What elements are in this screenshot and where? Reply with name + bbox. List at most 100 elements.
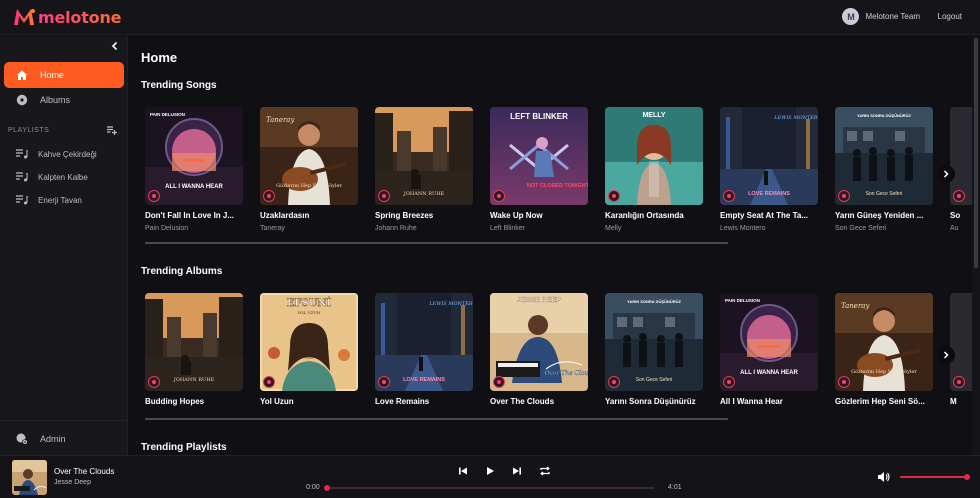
song-cover[interactable]: LEFT BLINKER NOT CLOSED TONIGHT [490, 107, 588, 205]
playlist-icon [16, 149, 28, 159]
song-card[interactable]: LEFT BLINKER NOT CLOSED TONIGHT Wake Up … [490, 107, 588, 232]
album-cover[interactable]: Taneray Gözlerim Hep Seni Söyler [835, 293, 933, 391]
song-card[interactable]: JOHANN RUHE Spring Breezes Johann Ruhe [375, 107, 473, 232]
album-title[interactable]: M [950, 397, 972, 406]
song-title[interactable]: Don't Fall In Love In J... [145, 211, 243, 220]
previous-button[interactable] [456, 464, 470, 478]
song-cover[interactable]: LEWIS MONTERO LOVE REMAINS [720, 107, 818, 205]
svg-text:Over The Clouds: Over The Clouds [545, 370, 588, 377]
repeat-button[interactable] [538, 464, 552, 478]
song-cover[interactable] [950, 107, 972, 205]
song-card[interactable]: MELLY Karanlığın Ortasında Melly [605, 107, 703, 232]
song-card[interactable]: YARIN SONRA DÜŞÜNÜRÜZ Son Gece Seferi Ya… [835, 107, 933, 232]
album-card[interactable]: Taneray Gözlerim Hep Seni Söyler Gözleri… [835, 293, 933, 406]
song-artist[interactable]: Left Blinker [490, 225, 588, 232]
song-title[interactable]: So [950, 211, 972, 220]
album-title[interactable]: Budding Hopes [145, 397, 243, 406]
logo[interactable]: melotone [12, 7, 121, 27]
logout-link[interactable]: Logout [938, 12, 962, 21]
song-artist[interactable]: Au [950, 225, 972, 232]
player-bar: Over The Clouds Jesse Deep 0:00 4:01 [0, 455, 980, 498]
song-title[interactable]: Spring Breezes [375, 211, 473, 220]
melotone-badge-icon [838, 376, 850, 388]
album-title[interactable]: All I Wanna Hear [720, 397, 818, 406]
song-card[interactable]: LEWIS MONTERO LOVE REMAINS Empty Seat At… [720, 107, 818, 232]
sidebar-item-admin[interactable]: Admin [16, 433, 66, 445]
svg-text:LOVE REMAINS: LOVE REMAINS [748, 191, 790, 197]
song-cover[interactable]: Taneray Gözlerim Hep Seni Söyler [260, 107, 358, 205]
album-card[interactable]: JOHANN RUHE Budding Hopes [145, 293, 243, 406]
albums-scrollbar[interactable] [145, 418, 728, 420]
album-card[interactable]: PAIN DELUSION ALL I WANNA HEAR All I Wan… [720, 293, 818, 406]
song-artist[interactable]: Pain Delusion [145, 225, 243, 232]
album-cover[interactable]: JESSE DEEP Over The Clouds [490, 293, 588, 391]
song-title[interactable]: Wake Up Now [490, 211, 588, 220]
album-title[interactable]: Yarını Sonra Düşünürüz [605, 397, 703, 406]
song-artist[interactable]: Johann Ruhe [375, 225, 473, 232]
song-artist[interactable]: Son Gece Seferi [835, 225, 933, 232]
song-cover[interactable]: JOHANN RUHE [375, 107, 473, 205]
song-artist[interactable]: Melly [605, 225, 703, 232]
add-playlist-button[interactable] [106, 125, 117, 136]
albums-next-button[interactable] [937, 346, 955, 364]
album-card[interactable]: LEWIS MONTERO LOVE REMAINS Love Remains [375, 293, 473, 406]
album-cover[interactable]: YARIN SONRA DÜŞÜNÜRÜZ Son Gece Seferi [605, 293, 703, 391]
sidebar-playlist-item[interactable]: Kahve Çekirdeği [16, 149, 97, 159]
volume-knob[interactable] [964, 474, 970, 480]
album-cover[interactable]: JOHANN RUHE [145, 293, 243, 391]
album-title[interactable]: Love Remains [375, 397, 473, 406]
album-cover[interactable] [950, 293, 972, 391]
melotone-badge-icon [723, 376, 735, 388]
melotone-badge-icon [378, 376, 390, 388]
svg-text:JOHANN RUHE: JOHANN RUHE [403, 191, 445, 197]
song-artist[interactable]: Lewis Montero [720, 225, 818, 232]
song-cover[interactable]: YARIN SONRA DÜŞÜNÜRÜZ Son Gece Seferi [835, 107, 933, 205]
chevron-left-icon [111, 41, 118, 51]
album-cover[interactable]: EFSUNİ YOL UZUN [260, 293, 358, 391]
user-menu[interactable]: M Melotone Team [842, 8, 920, 25]
page-title: Home [141, 50, 178, 65]
svg-text:ALL I WANNA HEAR: ALL I WANNA HEAR [740, 370, 798, 376]
songs-scrollbar[interactable] [145, 242, 728, 244]
song-title[interactable]: Empty Seat At The Ta... [720, 211, 818, 220]
sidebar-item-home[interactable]: Home [4, 62, 124, 88]
album-cover[interactable]: PAIN DELUSION ALL I WANNA HEAR [720, 293, 818, 391]
current-time: 0:00 [306, 484, 320, 491]
song-title[interactable]: Karanlığın Ortasında [605, 211, 703, 220]
song-cover[interactable]: PAIN DELUSION ALL I WANNA HEAR [145, 107, 243, 205]
progress-bar[interactable] [324, 485, 654, 491]
song-card[interactable]: Taneray Gözlerim Hep Seni Söyler Uzaklar… [260, 107, 358, 232]
disc-icon [15, 93, 29, 107]
now-playing-title[interactable]: Over The Clouds [54, 467, 114, 476]
song-cover[interactable]: MELLY [605, 107, 703, 205]
trending-playlists-heading: Trending Playlists [141, 442, 227, 453]
progress-knob[interactable] [324, 485, 330, 491]
now-playing-artist[interactable]: Jesse Deep [54, 479, 91, 486]
play-button[interactable] [483, 464, 497, 478]
volume-slider[interactable] [900, 474, 970, 480]
songs-next-button[interactable] [937, 165, 955, 183]
page-scrollbar[interactable] [972, 36, 980, 455]
svg-text:LEWIS MONTERO: LEWIS MONTERO [773, 115, 818, 121]
now-playing-cover[interactable] [12, 460, 47, 495]
album-title[interactable]: Over The Clouds [490, 397, 588, 406]
song-artist[interactable]: Taneray [260, 225, 358, 232]
sidebar-playlist-item[interactable]: Enerji Tavan [16, 195, 82, 205]
album-card[interactable]: YARIN SONRA DÜŞÜNÜRÜZ Son Gece Seferi Ya… [605, 293, 703, 406]
album-title[interactable]: Gözlerim Hep Seni Sö... [835, 397, 933, 406]
album-card[interactable]: JESSE DEEP Over The Clouds Over The Clou… [490, 293, 588, 406]
album-card[interactable]: EFSUNİ YOL UZUN Yol Uzun [260, 293, 358, 406]
admin-label: Admin [40, 434, 66, 444]
sidebar-item-albums[interactable]: Albums [4, 87, 124, 113]
collapse-sidebar-button[interactable] [109, 40, 121, 52]
album-cover[interactable]: LEWIS MONTERO LOVE REMAINS [375, 293, 473, 391]
song-card[interactable]: PAIN DELUSION ALL I WANNA HEAR Don't Fal… [145, 107, 243, 232]
svg-text:JOHANN RUHE: JOHANN RUHE [173, 377, 215, 383]
next-button[interactable] [510, 464, 524, 478]
song-title[interactable]: Yarın Güneş Yeniden ... [835, 211, 933, 220]
volume-icon[interactable] [877, 471, 890, 483]
sidebar-footer: Admin [0, 420, 127, 455]
sidebar-playlist-item[interactable]: Kalpten Kalbe [16, 172, 88, 182]
song-title[interactable]: Uzaklardasın [260, 211, 358, 220]
album-title[interactable]: Yol Uzun [260, 397, 358, 406]
